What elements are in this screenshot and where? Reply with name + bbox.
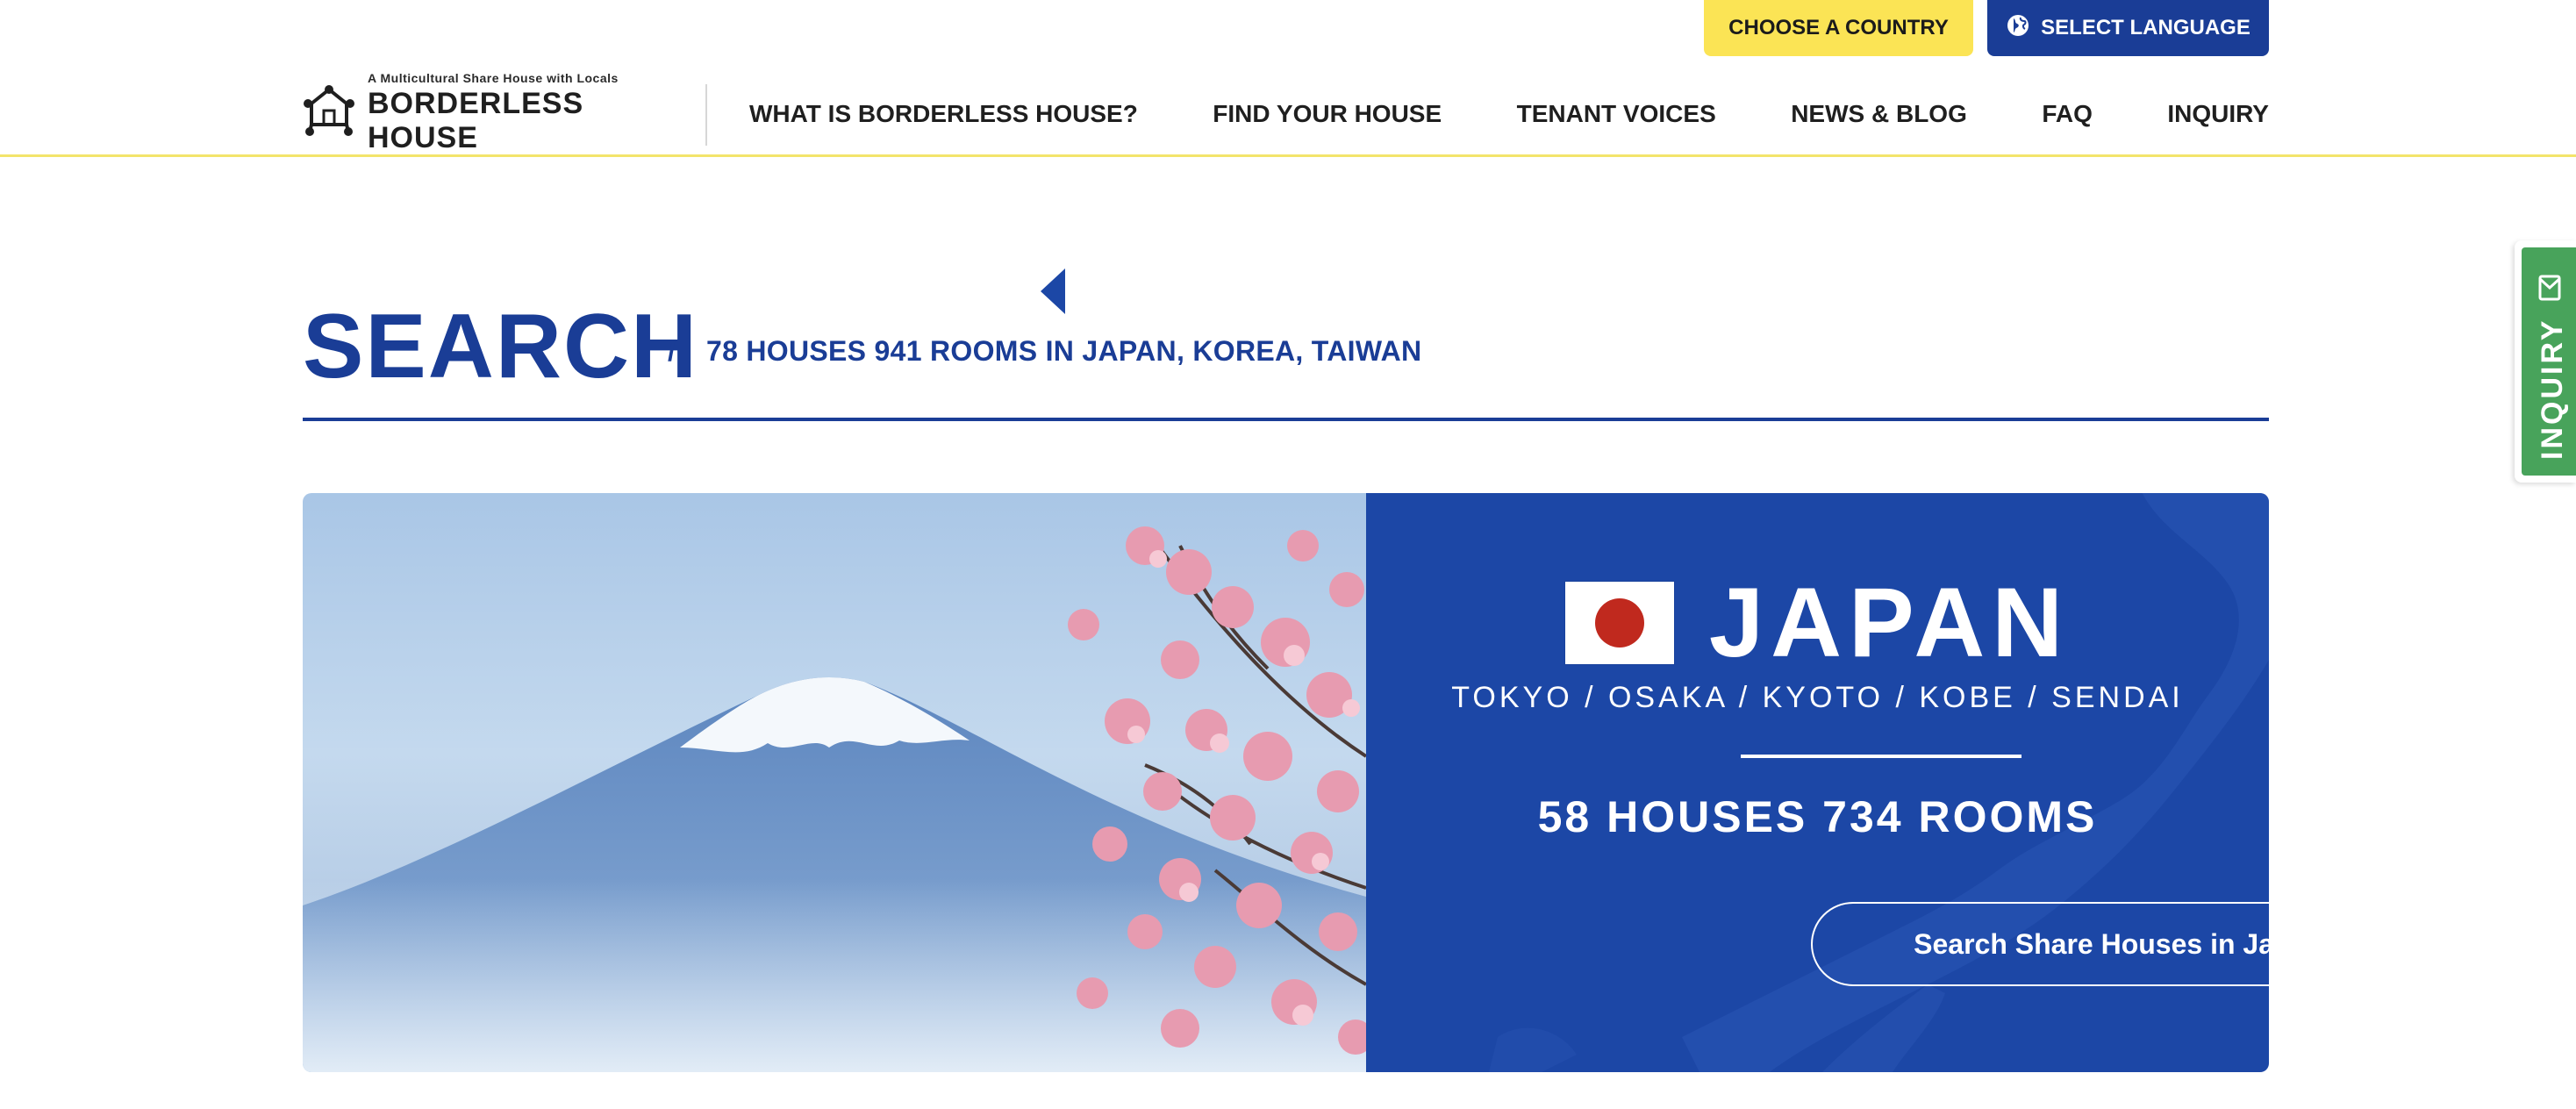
- site-header: A Multicultural Share House with Locals …: [0, 56, 2576, 157]
- japan-flag-icon: [1564, 582, 1674, 664]
- logo-name: BORDERLESS HOUSE: [368, 87, 584, 154]
- search-summary: 78 HOUSES 941 ROOMS IN JAPAN, KOREA, TAI…: [706, 335, 1422, 367]
- mount-fuji-cherry-blossom-photo: [303, 493, 1366, 1072]
- nav-item-faq[interactable]: FAQ: [2042, 100, 2093, 128]
- house-room-count: 58 HOUSES 734 ROOMS: [1537, 792, 2098, 841]
- country-heading: JAPAN: [1366, 574, 2269, 672]
- panel-notch: [1041, 268, 1065, 314]
- side-tab-inner: INQUIRY: [2522, 247, 2576, 476]
- country-card-japan[interactable]: JAPAN TOKYO / OSAKA / KYOTO / KOBE / SEN…: [303, 493, 2269, 1072]
- select-language-label: SELECT LANGUAGE: [2041, 16, 2250, 39]
- search-japan-label: Search Share Houses in Japan: [1914, 927, 2269, 960]
- select-language-button[interactable]: SELECT LANGUAGE: [1987, 0, 2269, 56]
- page-title: SEARCH: [303, 296, 699, 397]
- title-separator: /: [668, 335, 676, 367]
- share-house-logo-icon: [303, 84, 355, 143]
- nav-item-news-blog[interactable]: NEWS & BLOG: [1791, 100, 1967, 128]
- nav-item-inquiry[interactable]: INQUIRY: [2167, 100, 2269, 128]
- main-nav: WHAT IS BORDERLESS HOUSE? FIND YOUR HOUS…: [749, 91, 2269, 137]
- country-name: JAPAN: [1708, 568, 2071, 677]
- side-inquiry-tab[interactable]: INQUIRY: [2515, 240, 2576, 483]
- city-list: TOKYO / OSAKA / KYOTO / KOBE / SENDAI: [1451, 681, 2184, 714]
- search-heading: SEARCH / 78 HOUSES 941 ROOMS IN JAPAN, K…: [303, 298, 2269, 421]
- mail-icon: [2537, 274, 2562, 302]
- nav-item-find-your-house[interactable]: FIND YOUR HOUSE: [1213, 100, 1442, 128]
- logo-text: A Multicultural Share House with Locals …: [368, 71, 671, 155]
- nav-item-what-is-borderless-house[interactable]: WHAT IS BORDERLESS HOUSE?: [749, 100, 1138, 128]
- nav-item-tenant-voices[interactable]: TENANT VOICES: [1517, 100, 1716, 128]
- globe-icon: [2006, 13, 2030, 44]
- side-inquiry-label: INQUIRY: [2536, 318, 2569, 460]
- logo-tagline: A Multicultural Share House with Locals: [368, 71, 619, 85]
- site-logo[interactable]: A Multicultural Share House with Locals …: [303, 71, 671, 154]
- choose-country-label: CHOOSE A COUNTRY: [1728, 16, 1949, 39]
- divider-rule: [1741, 755, 2021, 758]
- search-japan-button[interactable]: Search Share Houses in Japan: [1811, 902, 2269, 986]
- header-divider: [705, 84, 707, 146]
- choose-country-button[interactable]: CHOOSE A COUNTRY: [1704, 0, 1973, 56]
- top-utility-bar: CHOOSE A COUNTRY SELECT LANGUAGE: [0, 0, 2576, 56]
